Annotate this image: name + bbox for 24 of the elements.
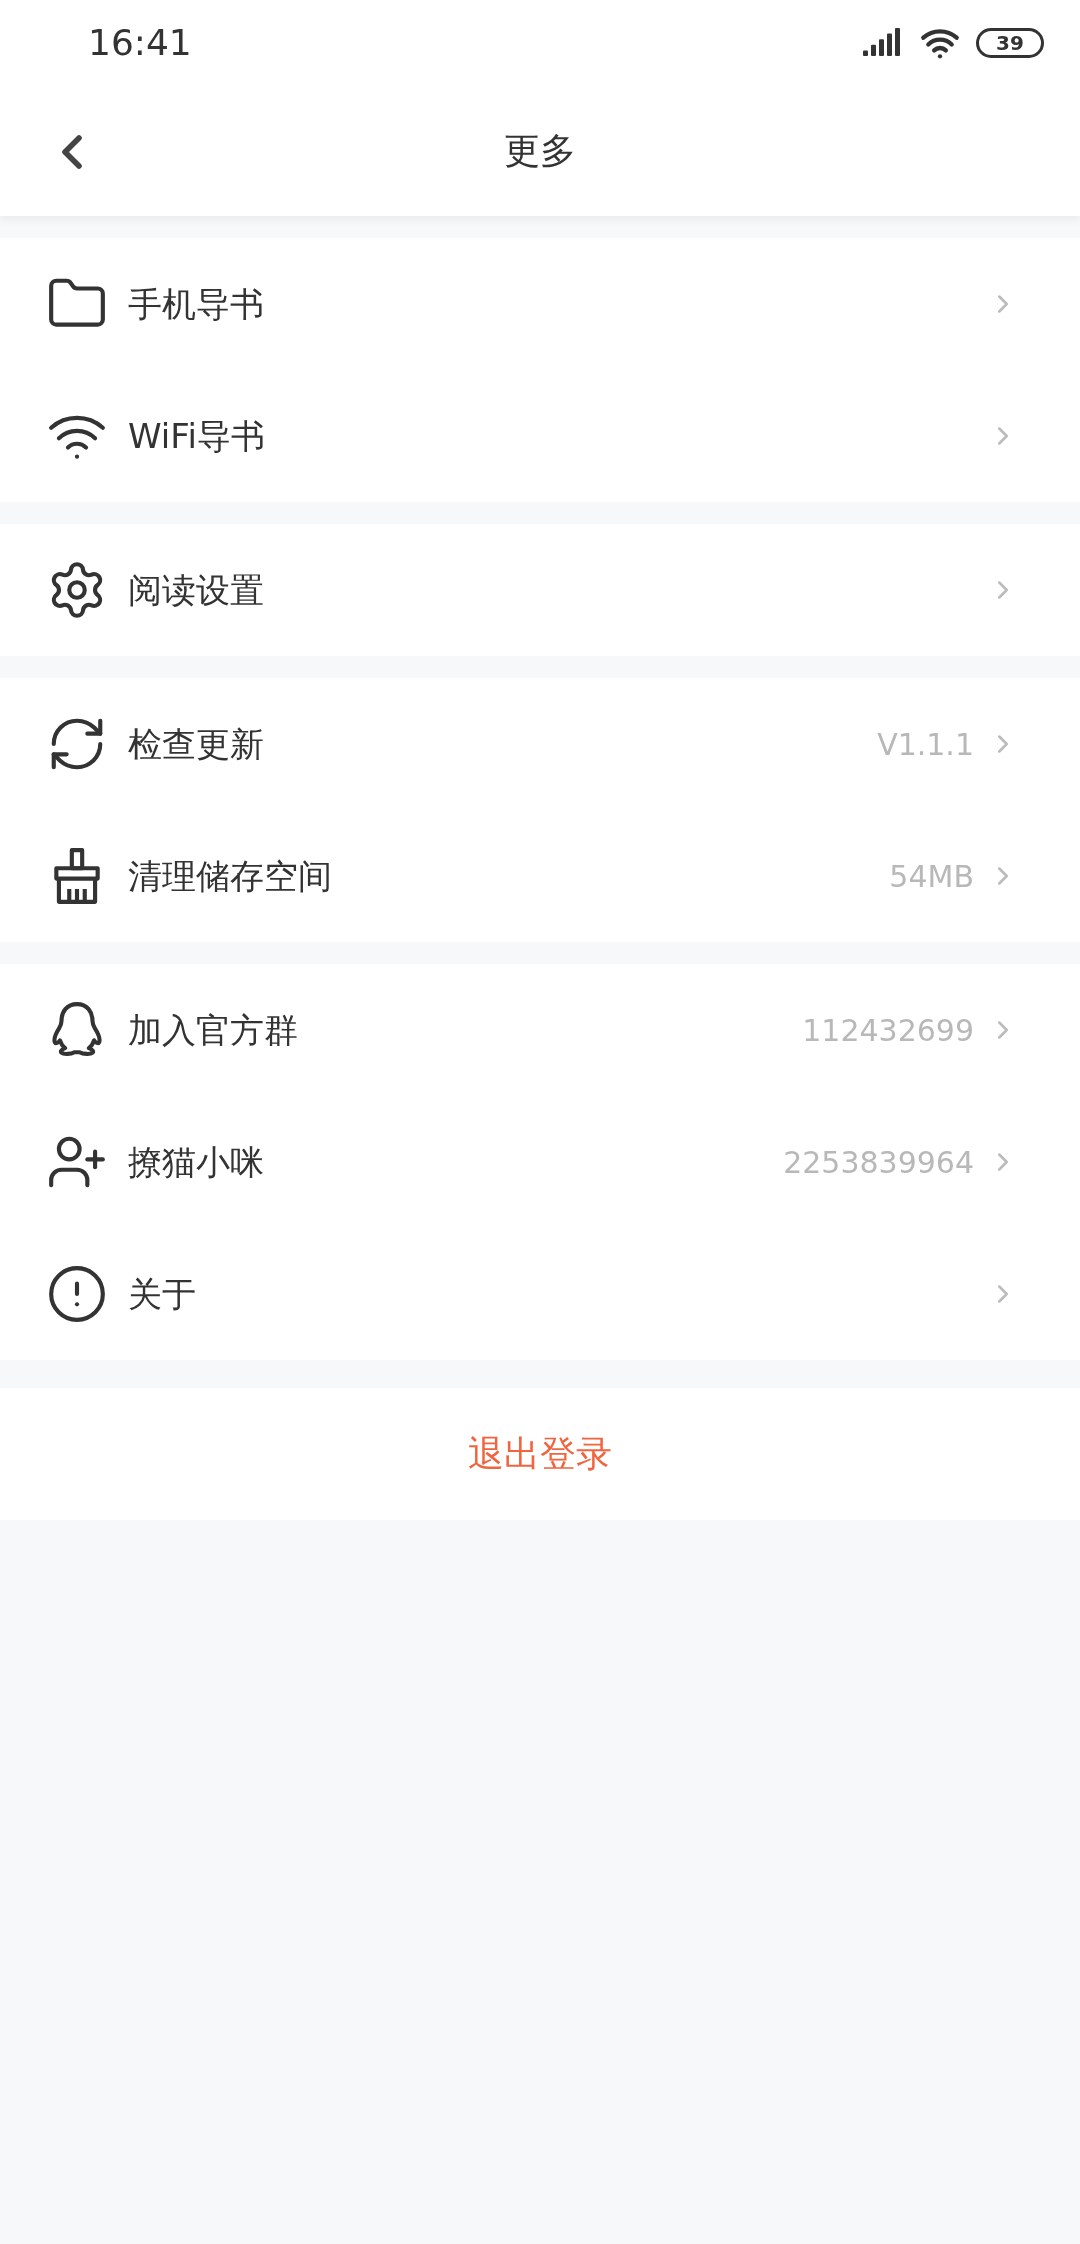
row-label: 清理储存空间 [128, 854, 332, 898]
settings-row[interactable]: 手机导书 [0, 238, 1080, 370]
settings-row[interactable]: 撩猫小咪 2253839964 [0, 1096, 1080, 1228]
row-label: 手机导书 [128, 282, 264, 326]
row-label: WiFi导书 [128, 414, 265, 458]
row-label: 关于 [128, 1272, 196, 1316]
info-icon [46, 1263, 108, 1325]
row-value: 2253839964 [783, 1143, 974, 1182]
row-label: 加入官方群 [128, 1008, 298, 1052]
settings-row[interactable]: 加入官方群 112432699 [0, 964, 1080, 1096]
settings-row[interactable]: 清理储存空间 54MB [0, 810, 1080, 942]
settings-row[interactable]: WiFi导书 [0, 370, 1080, 502]
row-label: 阅读设置 [128, 568, 264, 612]
settings-row[interactable]: 阅读设置 [0, 524, 1080, 656]
status-time: 16:41 [88, 21, 192, 65]
settings-row[interactable]: 关于 [0, 1228, 1080, 1360]
row-value: 54MB [889, 857, 974, 896]
row-label: 检查更新 [128, 722, 264, 766]
row-label: 撩猫小咪 [128, 1140, 264, 1184]
battery-icon: 39 [976, 28, 1044, 58]
row-value: 112432699 [802, 1011, 974, 1050]
settings-row[interactable]: 检查更新 V1.1.1 [0, 678, 1080, 810]
page-title: 更多 [504, 129, 576, 173]
row-value: V1.1.1 [877, 725, 974, 764]
